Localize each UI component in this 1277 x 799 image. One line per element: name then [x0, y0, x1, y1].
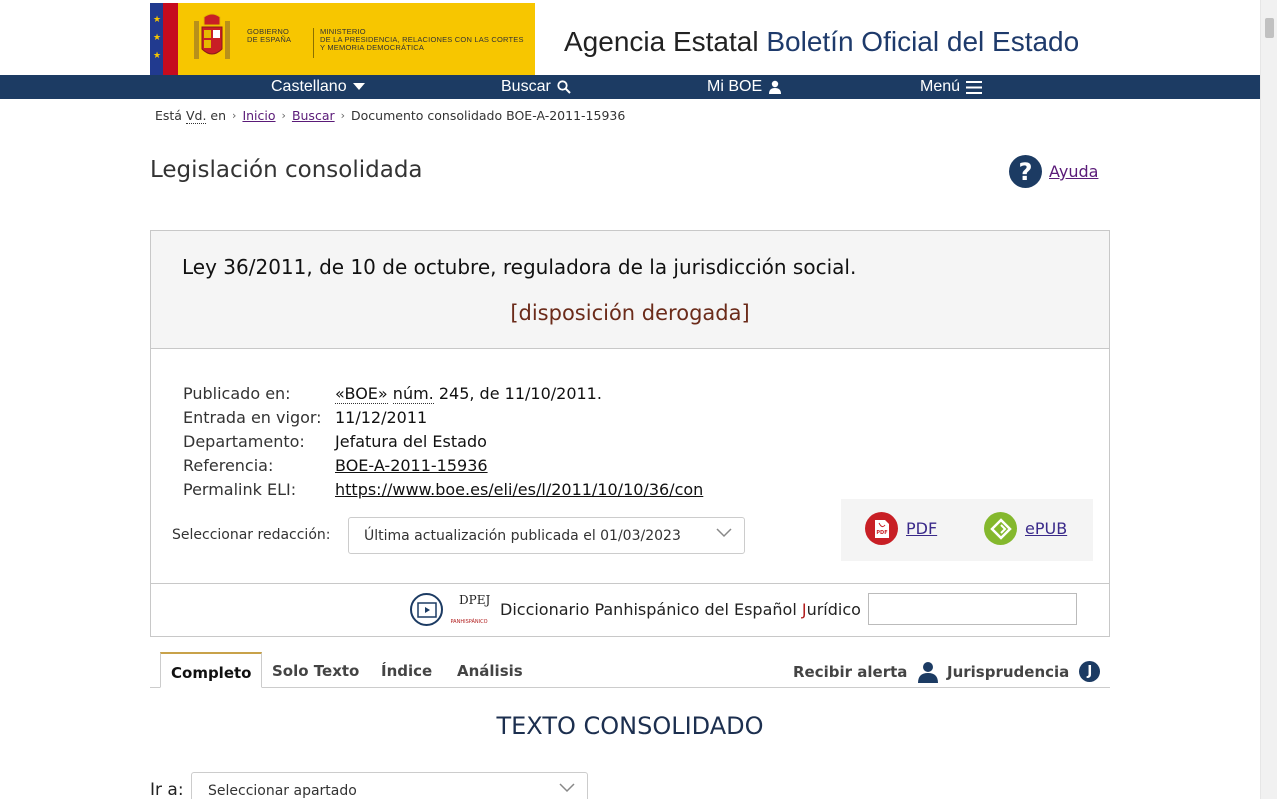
chevron-down-icon	[559, 783, 575, 793]
alert-button[interactable]: Recibir alerta	[793, 661, 939, 683]
tab-text-only[interactable]: Solo Texto	[272, 652, 359, 688]
svg-text:PDF: PDF	[876, 530, 887, 536]
pdf-icon: PDF	[865, 512, 898, 545]
tab-index[interactable]: Índice	[381, 652, 432, 688]
dpej-logo: DPEJ PANHISPÁNICO	[450, 593, 490, 625]
caret-down-icon	[352, 83, 365, 90]
breadcrumb-prefix: Está Vd. en	[155, 108, 227, 124]
eu-flag-stripe: ★ ★ ★	[150, 3, 178, 76]
scrollbar-thumb[interactable]	[1265, 18, 1274, 38]
pdf-download[interactable]: PDF PDF	[865, 512, 937, 545]
download-panel: PDF PDF ePUB	[841, 499, 1093, 561]
j-badge-icon: J	[1079, 661, 1101, 682]
breadcrumb-home-link[interactable]: Inicio	[242, 108, 275, 123]
version-select-label: Seleccionar redacción:	[172, 527, 331, 543]
breadcrumb-current: Documento consolidado BOE-A-2011-15936	[351, 108, 626, 123]
goto-label: Ir a:	[150, 780, 184, 799]
meta-reference-row: Referencia: BOE-A-2011-15936	[183, 454, 703, 478]
document-tabs: Completo Solo Texto Índice Análisis Reci…	[150, 652, 1110, 688]
language-selector[interactable]: Castellano	[271, 78, 365, 96]
consolidated-heading: TEXTO CONSOLIDADO	[496, 712, 764, 740]
dictionary-search-input[interactable]	[868, 593, 1077, 625]
document-box: Ley 36/2011, de 10 de octubre, regulador…	[150, 230, 1110, 637]
document-title: Ley 36/2011, de 10 de octubre, regulador…	[182, 255, 857, 279]
breadcrumb-search-link[interactable]: Buscar	[292, 108, 335, 123]
document-header: Ley 36/2011, de 10 de octubre, regulador…	[151, 231, 1109, 349]
nav-search[interactable]: Buscar	[501, 78, 571, 96]
svg-text:PANHISPÁNICO: PANHISPÁNICO	[450, 618, 487, 625]
hamburger-menu-icon	[966, 80, 983, 94]
agency-title[interactable]: Agencia Estatal Boletín Oficial del Esta…	[564, 26, 1079, 58]
dictionary-bar: DPEJ PANHISPÁNICO Diccionario Panhispáni…	[151, 583, 1109, 637]
version-select[interactable]: Última actualización publicada el 01/03/…	[348, 517, 745, 554]
chevron-down-icon	[716, 528, 732, 538]
document-status: [disposición derogada]	[510, 301, 750, 325]
section-select[interactable]: Seleccionar apartado	[191, 772, 588, 799]
help-label[interactable]: Ayuda	[1049, 162, 1098, 181]
tab-analysis[interactable]: Análisis	[457, 652, 523, 688]
page-title: Legislación consolidada	[150, 157, 423, 183]
epub-icon	[984, 512, 1017, 545]
question-mark-icon: ?	[1009, 155, 1042, 188]
user-icon	[918, 662, 939, 683]
gov-text: GOBIERNO DE ESPAÑA	[247, 27, 292, 44]
meta-eli-row: Permalink ELI: https://www.boe.es/eli/es…	[183, 478, 703, 502]
breadcrumb: Está Vd. en › Inicio › Buscar › Document…	[155, 108, 626, 124]
main-nav: Castellano Buscar Mi BOE Menú	[0, 75, 1260, 99]
epub-download[interactable]: ePUB	[984, 512, 1067, 545]
svg-text:DPEJ: DPEJ	[459, 593, 490, 607]
chevron-right-icon: ›	[281, 109, 286, 122]
page-scrollbar[interactable]	[1260, 0, 1277, 799]
nav-menu[interactable]: Menú	[920, 78, 983, 96]
chevron-right-icon: ›	[340, 109, 346, 122]
nav-my-boe[interactable]: Mi BOE	[707, 78, 782, 96]
dictionary-label: Diccionario Panhispánico del Español Jur…	[500, 600, 861, 619]
reference-link[interactable]: BOE-A-2011-15936	[335, 454, 488, 478]
coat-of-arms-icon	[194, 13, 230, 59]
search-icon	[557, 80, 571, 94]
video-icon[interactable]	[410, 593, 443, 626]
meta-published-row: Publicado en: «BOE» núm. 245, de 11/10/2…	[183, 384, 602, 404]
site-header: ★ ★ ★ GOBIERNO DE ESPAÑA MINISTERIO DE L…	[0, 0, 1260, 76]
meta-department-row: Departamento: Jefatura del Estado	[183, 432, 487, 451]
tab-complete[interactable]: Completo	[160, 652, 263, 688]
user-icon	[769, 80, 782, 94]
document-metadata: Publicado en: «BOE» núm. 245, de 11/10/2…	[183, 382, 703, 502]
eli-permalink[interactable]: https://www.boe.es/eli/es/l/2011/10/10/3…	[335, 478, 703, 502]
help-link[interactable]: ? Ayuda	[1009, 155, 1098, 188]
meta-effective-row: Entrada en vigor: 11/12/2011	[183, 408, 428, 427]
ministry-text: MINISTERIO DE LA PRESIDENCIA, RELACIONES…	[313, 28, 524, 58]
government-logo[interactable]: ★ ★ ★ GOBIERNO DE ESPAÑA MINISTERIO DE L…	[150, 3, 535, 76]
chevron-right-icon: ›	[232, 109, 237, 122]
jurisprudence-button[interactable]: Jurisprudencia J	[947, 661, 1101, 682]
